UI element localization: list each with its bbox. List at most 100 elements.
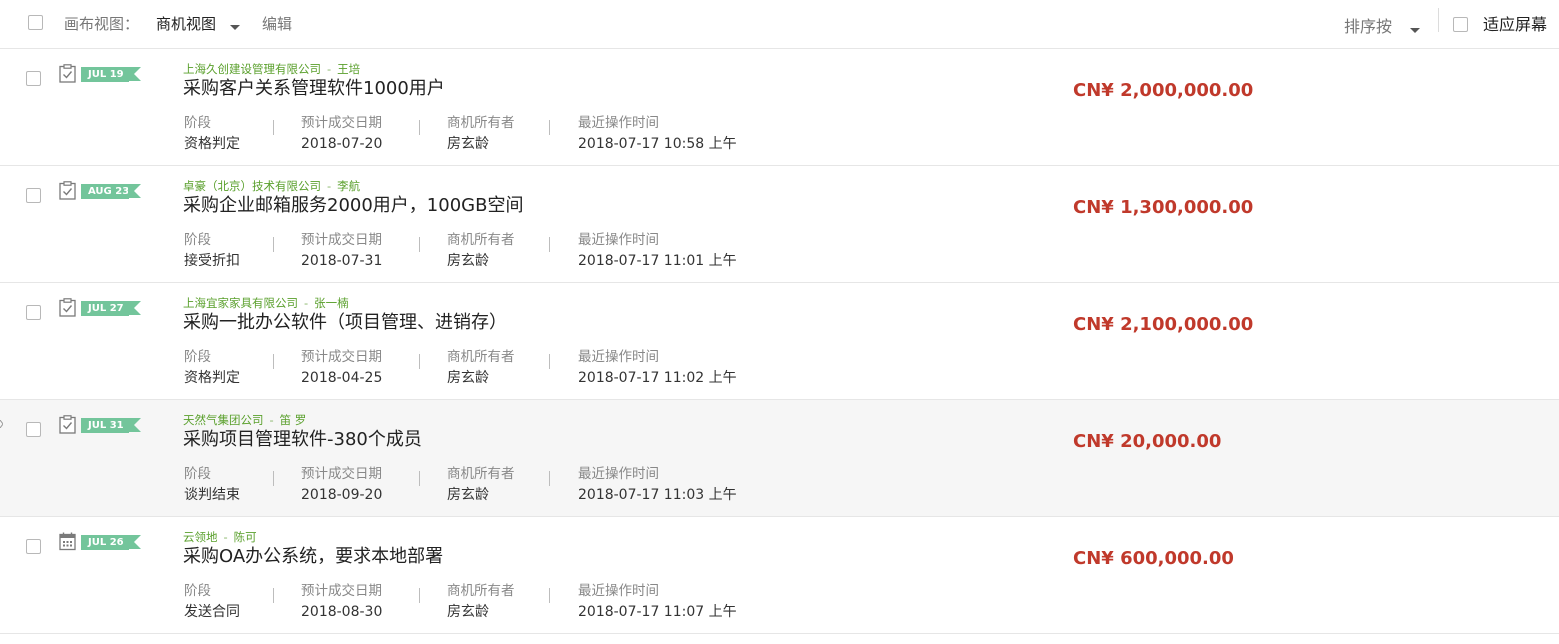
deal-amount: CN¥ 2,000,000.00 (1073, 80, 1254, 101)
date-tag: AUG 23 (81, 184, 129, 199)
deal-title[interactable]: 采购项目管理软件-380个成员 (183, 428, 422, 452)
owner-value: 房玄龄 (447, 370, 489, 386)
clipboard-check-icon[interactable] (59, 64, 76, 83)
close-date-value: 2018-07-20 (301, 136, 383, 152)
close-date-value: 2018-09-20 (301, 487, 383, 503)
deal-title[interactable]: 采购客户关系管理软件1000用户 (183, 77, 445, 101)
owner-label: 商机所有者 (447, 232, 515, 248)
stage-value: 接受折扣 (184, 253, 240, 269)
field-divider (549, 120, 550, 135)
owner-label: 商机所有者 (447, 583, 515, 599)
close-date-label: 预计成交日期 (301, 466, 382, 482)
last-activity-label: 最近操作时间 (578, 232, 659, 248)
contact-name[interactable]: 李航 (337, 179, 360, 193)
field-divider (549, 237, 550, 252)
chevron-down-icon[interactable] (230, 25, 240, 30)
date-tag-flag (128, 301, 141, 315)
field-divider (273, 237, 274, 252)
sort-dropdown[interactable]: 排序按 (1344, 17, 1392, 37)
clipboard-check-icon[interactable] (59, 181, 76, 200)
contact-name[interactable]: 陈可 (234, 530, 257, 544)
fit-screen-checkbox[interactable] (1453, 17, 1468, 32)
deal-amount: CN¥ 600,000.00 (1073, 548, 1234, 569)
field-divider (273, 471, 274, 486)
account-line: 卓豪（北京）技术有限公司 - 李航 (183, 179, 361, 193)
stage-value: 谈判结束 (184, 487, 240, 503)
stage-label: 阶段 (184, 583, 211, 599)
clipboard-check-icon[interactable] (59, 415, 76, 434)
fit-screen-label[interactable]: 适应屏幕 (1483, 15, 1547, 35)
last-activity-value: 2018-07-17 11:03 上午 (578, 487, 737, 503)
account-name[interactable]: 云领地 (183, 530, 218, 544)
row-checkbox[interactable] (26, 305, 41, 320)
stage-value: 资格判定 (184, 370, 240, 386)
row-checkbox[interactable] (26, 539, 41, 554)
contact-name[interactable]: 王培 (337, 62, 360, 76)
drag-handle-icon[interactable] (0, 420, 3, 428)
stage-label: 阶段 (184, 115, 211, 131)
date-tag: JUL 27 (81, 301, 129, 316)
owner-value: 房玄龄 (447, 487, 489, 503)
owner-value: 房玄龄 (447, 253, 489, 269)
deal-amount: CN¥ 1,300,000.00 (1073, 197, 1254, 218)
sort-chevron-down-icon[interactable] (1410, 28, 1420, 33)
date-tag-flag (128, 535, 141, 549)
last-activity-value: 2018-07-17 10:58 上午 (578, 136, 737, 152)
account-name[interactable]: 卓豪（北京）技术有限公司 (183, 179, 321, 193)
account-name[interactable]: 上海宜家家具有限公司 (183, 296, 298, 310)
account-line: 上海宜家家具有限公司 - 张一楠 (183, 296, 349, 310)
field-divider (549, 354, 550, 369)
account-line: 上海久创建设管理有限公司 - 王培 (183, 62, 361, 76)
owner-value: 房玄龄 (447, 604, 489, 620)
last-activity-label: 最近操作时间 (578, 466, 659, 482)
account-line: 云领地 - 陈可 (183, 530, 257, 544)
deal-row[interactable]: JUL 26 云领地 - 陈可 采购OA办公系统，要求本地部署 阶段 发送合同 预计… (0, 517, 1559, 634)
date-tag-flag (128, 67, 141, 81)
row-checkbox[interactable] (26, 422, 41, 437)
edit-link[interactable]: 编辑 (262, 14, 292, 34)
deal-view-dropdown[interactable]: 商机视图 (156, 14, 216, 34)
toolbar: 画布视图： 商机视图 编辑 排序按 适应屏幕 (0, 0, 1559, 49)
field-divider (419, 354, 420, 369)
contact-name[interactable]: 张一楠 (314, 296, 349, 310)
stage-label: 阶段 (184, 349, 211, 365)
stage-value: 资格判定 (184, 136, 240, 152)
deal-amount: CN¥ 2,100,000.00 (1073, 314, 1254, 335)
deal-row[interactable]: JUL 27 上海宜家家具有限公司 - 张一楠 采购一批办公软件（项目管理、进销存）… (0, 283, 1559, 400)
account-line: 天然气集团公司 - 笛 罗 (183, 413, 307, 427)
close-date-label: 预计成交日期 (301, 115, 382, 131)
deal-row[interactable]: JUL 31 天然气集团公司 - 笛 罗 采购项目管理软件-380个成员 阶段 谈判… (0, 400, 1559, 517)
close-date-label: 预计成交日期 (301, 232, 382, 248)
deal-row[interactable]: AUG 23 卓豪（北京）技术有限公司 - 李航 采购企业邮箱服务2000用户，10… (0, 166, 1559, 283)
row-checkbox[interactable] (26, 71, 41, 86)
row-checkbox[interactable] (26, 188, 41, 203)
owner-label: 商机所有者 (447, 466, 515, 482)
calendar-icon[interactable] (59, 532, 76, 551)
deal-amount: CN¥ 20,000.00 (1073, 431, 1222, 452)
account-name[interactable]: 上海久创建设管理有限公司 (183, 62, 321, 76)
deal-title[interactable]: 采购OA办公系统，要求本地部署 (183, 545, 443, 569)
select-all-checkbox[interactable] (28, 15, 43, 30)
close-date-label: 预计成交日期 (301, 583, 382, 599)
field-divider (273, 588, 274, 603)
contact-name[interactable]: 笛 罗 (280, 413, 307, 427)
last-activity-value: 2018-07-17 11:02 上午 (578, 370, 737, 386)
last-activity-value: 2018-07-17 11:07 上午 (578, 604, 737, 620)
stage-label: 阶段 (184, 466, 211, 482)
deal-title[interactable]: 采购一批办公软件（项目管理、进销存） (183, 311, 507, 335)
field-divider (549, 588, 550, 603)
owner-value: 房玄龄 (447, 136, 489, 152)
owner-label: 商机所有者 (447, 349, 515, 365)
stage-value: 发送合同 (184, 604, 240, 620)
account-name[interactable]: 天然气集团公司 (183, 413, 264, 427)
field-divider (549, 471, 550, 486)
deal-title[interactable]: 采购企业邮箱服务2000用户，100GB空间 (183, 194, 523, 218)
close-date-value: 2018-08-30 (301, 604, 383, 620)
deal-row[interactable]: JUL 19 上海久创建设管理有限公司 - 王培 采购客户关系管理软件1000用户 … (0, 49, 1559, 166)
clipboard-check-icon[interactable] (59, 298, 76, 317)
toolbar-divider (1438, 8, 1439, 32)
field-divider (273, 120, 274, 135)
date-tag: JUL 31 (81, 418, 129, 433)
date-tag: JUL 19 (81, 67, 129, 82)
last-activity-label: 最近操作时间 (578, 349, 659, 365)
